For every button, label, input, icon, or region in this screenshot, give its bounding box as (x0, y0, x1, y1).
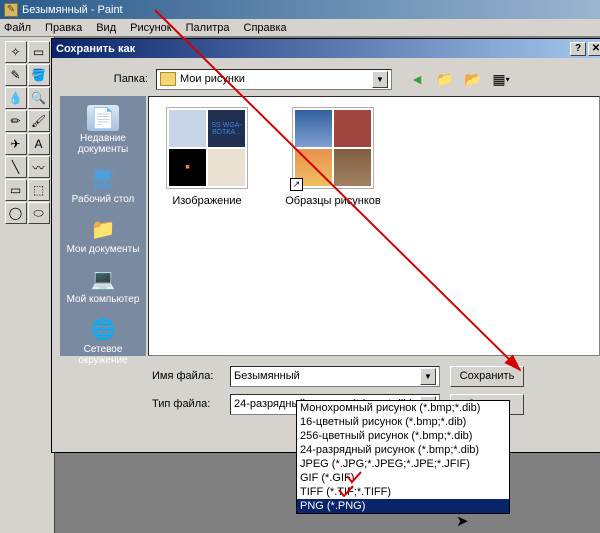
app-title: Безымянный - Paint (22, 4, 123, 16)
filename-input[interactable]: Безымянный ▼ (230, 366, 440, 387)
place-mycomp[interactable]: 💻 Мой компьютер (62, 263, 144, 311)
folder-value: Мои рисунки (180, 73, 245, 85)
file-list-pane[interactable]: SS WGA-ВОТКА... ■ Изображение ↗ Образцы … (148, 96, 600, 356)
filetype-option-4[interactable]: JPEG (*.JPG;*.JPEG;*.JPE;*.JFIF) (297, 457, 509, 471)
place-network[interactable]: 🌐 Сетевое окружение (62, 313, 144, 372)
thumbnail-2: ↗ (292, 107, 374, 189)
dialog-title: Сохранить как (56, 43, 135, 55)
tool-line[interactable]: ╲ (5, 156, 27, 178)
folder-label: Папка: (60, 73, 156, 85)
tool-roundrect[interactable]: ⬭ (28, 202, 50, 224)
folder-item-2[interactable]: ↗ Образцы рисунков (285, 107, 381, 207)
save-as-dialog: Сохранить как ? ✕ Папка: Мои рисунки ▼ ◄… (51, 38, 600, 453)
mydocs-icon: 📁 (87, 216, 119, 242)
filetype-option-5[interactable]: GIF (*.GIF) (297, 471, 509, 485)
menu-file[interactable]: Файл (4, 22, 31, 34)
folder-item-2-label: Образцы рисунков (285, 195, 381, 207)
network-icon: 🌐 (87, 316, 119, 342)
dialog-titlebar[interactable]: Сохранить как ? ✕ (52, 39, 600, 58)
folder-item-1[interactable]: SS WGA-ВОТКА... ■ Изображение (159, 107, 255, 207)
menu-palette[interactable]: Палитра (186, 22, 230, 34)
place-network-label: Сетевое окружение (78, 344, 127, 366)
tool-select[interactable]: ▭ (28, 41, 50, 63)
desktop-icon: 🖥 (87, 166, 119, 192)
shortcut-overlay-icon: ↗ (290, 178, 303, 191)
recent-docs-icon: 📄 (87, 105, 119, 131)
tool-eraser[interactable]: ✎ (5, 64, 27, 86)
menubar: Файл Правка Вид Рисунок Палитра Справка (0, 19, 600, 37)
filetype-option-3[interactable]: 24-разрядный рисунок (*.bmp;*.dib) (297, 443, 509, 457)
folder-combo[interactable]: Мои рисунки ▼ (156, 69, 392, 90)
filetype-option-6[interactable]: TIFF (*.TIF;*.TIFF) (297, 485, 509, 499)
filetype-option-2[interactable]: 256-цветный рисунок (*.bmp;*.dib) (297, 429, 509, 443)
mouse-cursor-icon: ➤ (456, 512, 469, 530)
tool-curve[interactable]: 〰 (28, 156, 50, 178)
filename-dropdown-button[interactable]: ▼ (420, 368, 436, 385)
place-recent[interactable]: 📄 Недавние документы (62, 102, 144, 161)
menu-help[interactable]: Справка (244, 22, 287, 34)
tool-fill[interactable]: 🪣 (28, 64, 50, 86)
dialog-help-button[interactable]: ? (570, 42, 586, 56)
filename-value: Безымянный (234, 370, 300, 382)
places-bar: 📄 Недавние документы 🖥 Рабочий стол 📁 Мо… (60, 96, 146, 356)
save-button[interactable]: Сохранить (450, 366, 524, 387)
nav-newfolder-icon[interactable]: 📂 (464, 70, 482, 88)
thumb1-text2: ■ (169, 149, 206, 186)
tool-picker[interactable]: 💧 (5, 87, 27, 109)
toolbox: ✧ ▭ ✎ 🪣 💧 🔍 ✏ 🖌 ✈ A ╲ 〰 ▭ ⬚ ◯ ⬭ (0, 37, 54, 533)
tool-airbrush[interactable]: ✈ (5, 133, 27, 155)
paint-app-icon (4, 3, 18, 17)
place-mycomp-label: Мой компьютер (67, 294, 140, 305)
menu-edit[interactable]: Правка (45, 22, 82, 34)
thumb1-text: SS WGA-ВОТКА... (208, 110, 245, 147)
filetype-label: Тип файла: (60, 398, 230, 410)
filetype-dropdown-list[interactable]: Монохромный рисунок (*.bmp;*.dib) 16-цве… (296, 400, 510, 514)
tool-text[interactable]: A (28, 133, 50, 155)
menu-image[interactable]: Рисунок (130, 22, 172, 34)
filetype-option-7[interactable]: PNG (*.PNG) (297, 499, 509, 513)
tool-ellipse[interactable]: ◯ (5, 202, 27, 224)
tool-pencil[interactable]: ✏ (5, 110, 27, 132)
place-recent-label: Недавние документы (78, 133, 129, 155)
tool-polygon[interactable]: ⬚ (28, 179, 50, 201)
dialog-close-button[interactable]: ✕ (588, 42, 600, 56)
tool-rect[interactable]: ▭ (5, 179, 27, 201)
thumbnail-1: SS WGA-ВОТКА... ■ (166, 107, 248, 189)
tool-freeform-select[interactable]: ✧ (5, 41, 27, 63)
app-titlebar: Безымянный - Paint (0, 0, 600, 19)
nav-back-icon[interactable]: ◄ (408, 70, 426, 88)
menu-view[interactable]: Вид (96, 22, 116, 34)
folder-item-1-label: Изображение (172, 195, 241, 207)
folder-icon (160, 72, 176, 86)
filename-label: Имя файла: (60, 370, 230, 382)
nav-view-icon[interactable]: ▦▾ (492, 70, 510, 88)
place-mydocs-label: Мои документы (67, 244, 140, 255)
filetype-option-1[interactable]: 16-цветный рисунок (*.bmp;*.dib) (297, 415, 509, 429)
place-desktop-label: Рабочий стол (72, 194, 135, 205)
place-desktop[interactable]: 🖥 Рабочий стол (62, 163, 144, 211)
filetype-option-0[interactable]: Монохромный рисунок (*.bmp;*.dib) (297, 401, 509, 415)
tool-zoom[interactable]: 🔍 (28, 87, 50, 109)
folder-dropdown-button[interactable]: ▼ (372, 71, 388, 88)
tool-brush[interactable]: 🖌 (28, 110, 50, 132)
place-mydocs[interactable]: 📁 Мои документы (62, 213, 144, 261)
mycomp-icon: 💻 (87, 266, 119, 292)
nav-up-icon[interactable]: 📁 (436, 70, 454, 88)
